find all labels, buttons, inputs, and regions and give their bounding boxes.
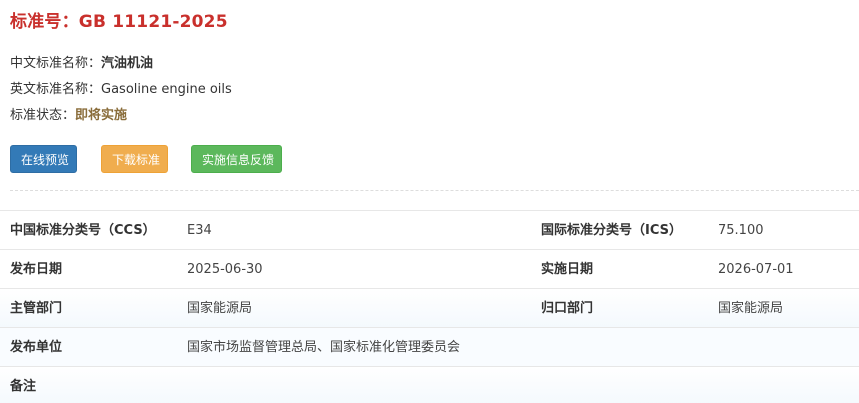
- chinese-name-label: 中文标准名称：: [10, 56, 102, 71]
- status-label: 标准状态：: [10, 108, 76, 123]
- responsible-dept-label: 归口部门: [541, 301, 594, 316]
- ccs-value: E34: [187, 223, 212, 238]
- table-row: 中国标准分类号（CCS） E34 国际标准分类号（ICS） 75.100: [0, 211, 859, 250]
- chinese-name-line: 中文标准名称：汽油机油: [10, 52, 153, 71]
- ics-value: 75.100: [718, 223, 764, 238]
- table-row: 备注: [0, 367, 859, 403]
- table-row: 发布日期 2025-06-30 实施日期 2026-07-01: [0, 250, 859, 289]
- status-value: 即将实施: [75, 108, 128, 123]
- implement-date-value: 2026-07-01: [718, 262, 794, 277]
- standard-detail-page: 标准号：GB 11121-2025 中文标准名称：汽油机油 英文标准名称：Gas…: [0, 0, 859, 403]
- chinese-name-value: 汽油机油: [101, 56, 154, 71]
- publish-date-value: 2025-06-30: [187, 262, 263, 277]
- publish-date-label: 发布日期: [10, 262, 63, 277]
- english-name-line: 英文标准名称：Gasoline engine oils: [10, 78, 232, 97]
- responsible-dept-value: 国家能源局: [718, 301, 784, 316]
- status-line: 标准状态：即将实施: [10, 104, 127, 123]
- english-name-value: Gasoline engine oils: [101, 82, 232, 97]
- table-row: 发布单位 国家市场监督管理总局、国家标准化管理委员会: [0, 328, 859, 367]
- competent-dept-value: 国家能源局: [187, 301, 253, 316]
- implement-date-label: 实施日期: [541, 262, 594, 277]
- online-preview-button[interactable]: 在线预览: [10, 145, 77, 173]
- remarks-label: 备注: [10, 379, 37, 394]
- english-name-label: 英文标准名称：: [10, 82, 102, 97]
- section-divider: [10, 190, 859, 191]
- standard-info-table: 中国标准分类号（CCS） E34 国际标准分类号（ICS） 75.100 发布日…: [0, 210, 859, 403]
- implementation-feedback-button[interactable]: 实施信息反馈: [191, 145, 282, 173]
- issuing-unit-value: 国家市场监督管理总局、国家标准化管理委员会: [187, 340, 461, 355]
- page-title: 标准号：GB 11121-2025: [10, 12, 228, 32]
- download-standard-button[interactable]: 下载标准: [101, 145, 168, 173]
- issuing-unit-label: 发布单位: [10, 340, 63, 355]
- ics-label: 国际标准分类号（ICS）: [541, 223, 682, 238]
- table-row: 主管部门 国家能源局 归口部门 国家能源局: [0, 289, 859, 328]
- ccs-label: 中国标准分类号（CCS）: [10, 223, 156, 238]
- competent-dept-label: 主管部门: [10, 301, 63, 316]
